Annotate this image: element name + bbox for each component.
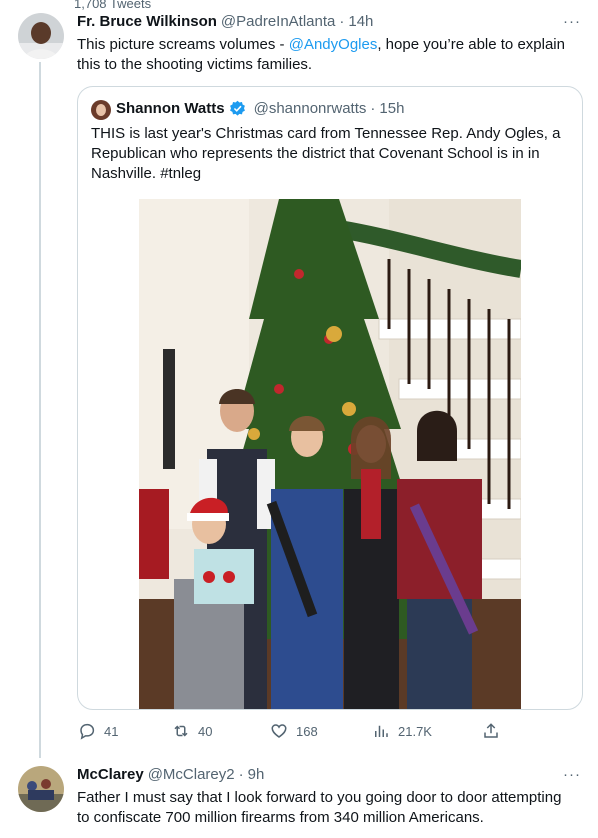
reply-more-options-icon[interactable]: ···: [563, 766, 581, 783]
like-count: 168: [296, 723, 318, 739]
retweet-button[interactable]: 40: [172, 722, 212, 740]
author-handle[interactable]: @PadreInAtlanta: [221, 13, 335, 30]
tweet-actions: 41 40 168 21.7K: [78, 722, 498, 744]
quote-header: Shannon Watts @shannonrwatts · 15h: [116, 100, 404, 117]
share-icon: [484, 723, 498, 738]
dot-separator: ·: [339, 13, 345, 30]
quote-author-handle: @shannonrwatts: [253, 100, 367, 117]
quoted-tweet[interactable]: Shannon Watts @shannonrwatts · 15h THIS …: [77, 86, 583, 710]
tweet-time[interactable]: 14h: [348, 13, 373, 30]
dot-separator: ·: [370, 100, 376, 117]
reply-author-name[interactable]: McClarey: [77, 766, 144, 783]
dot-separator: ·: [238, 766, 244, 783]
retweet-icon: [174, 725, 188, 737]
reply-button[interactable]: 41: [78, 722, 118, 740]
avatar-mcclarey[interactable]: [18, 766, 64, 812]
more-options-icon[interactable]: ···: [563, 13, 581, 30]
share-button[interactable]: [482, 722, 500, 740]
tweet-text: This picture screams volumes - @AndyOgle…: [77, 35, 577, 75]
christmas-card-image: [139, 199, 521, 709]
tweet-header: Fr. Bruce Wilkinson @PadreInAtlanta · 14…: [77, 13, 373, 30]
reply-count: 41: [104, 723, 119, 739]
tweet-text-part: This picture screams volumes -: [77, 36, 289, 53]
view-count: 21.7K: [398, 723, 432, 739]
reply-author-handle[interactable]: @McClarey2: [148, 766, 235, 783]
quote-photo[interactable]: [139, 199, 521, 709]
verified-badge-icon: [229, 100, 245, 116]
heart-icon: [271, 724, 287, 738]
reply-icon: [80, 723, 95, 740]
reply-header: McClarey @McClarey2 · 9h: [77, 766, 264, 783]
avatar-bruce[interactable]: [18, 13, 64, 59]
reply-text: Father I must say that I look forward to…: [77, 789, 562, 826]
like-button[interactable]: 168: [270, 722, 318, 740]
quote-text: THIS is last year's Christmas card from …: [91, 125, 561, 182]
avatar-shannon: [91, 100, 111, 120]
retweet-count: 40: [198, 723, 213, 739]
views-button[interactable]: 21.7K: [372, 722, 432, 740]
reply-time[interactable]: 9h: [248, 766, 265, 783]
analytics-icon: [375, 725, 388, 737]
author-name[interactable]: Fr. Bruce Wilkinson: [77, 13, 217, 30]
quote-time: 15h: [379, 100, 405, 117]
tweet-count: 1,708 Tweets: [74, 0, 152, 11]
mention-link[interactable]: @AndyOgles: [289, 36, 378, 53]
quote-author-name: Shannon Watts: [116, 100, 225, 117]
thread-line: [39, 62, 41, 758]
